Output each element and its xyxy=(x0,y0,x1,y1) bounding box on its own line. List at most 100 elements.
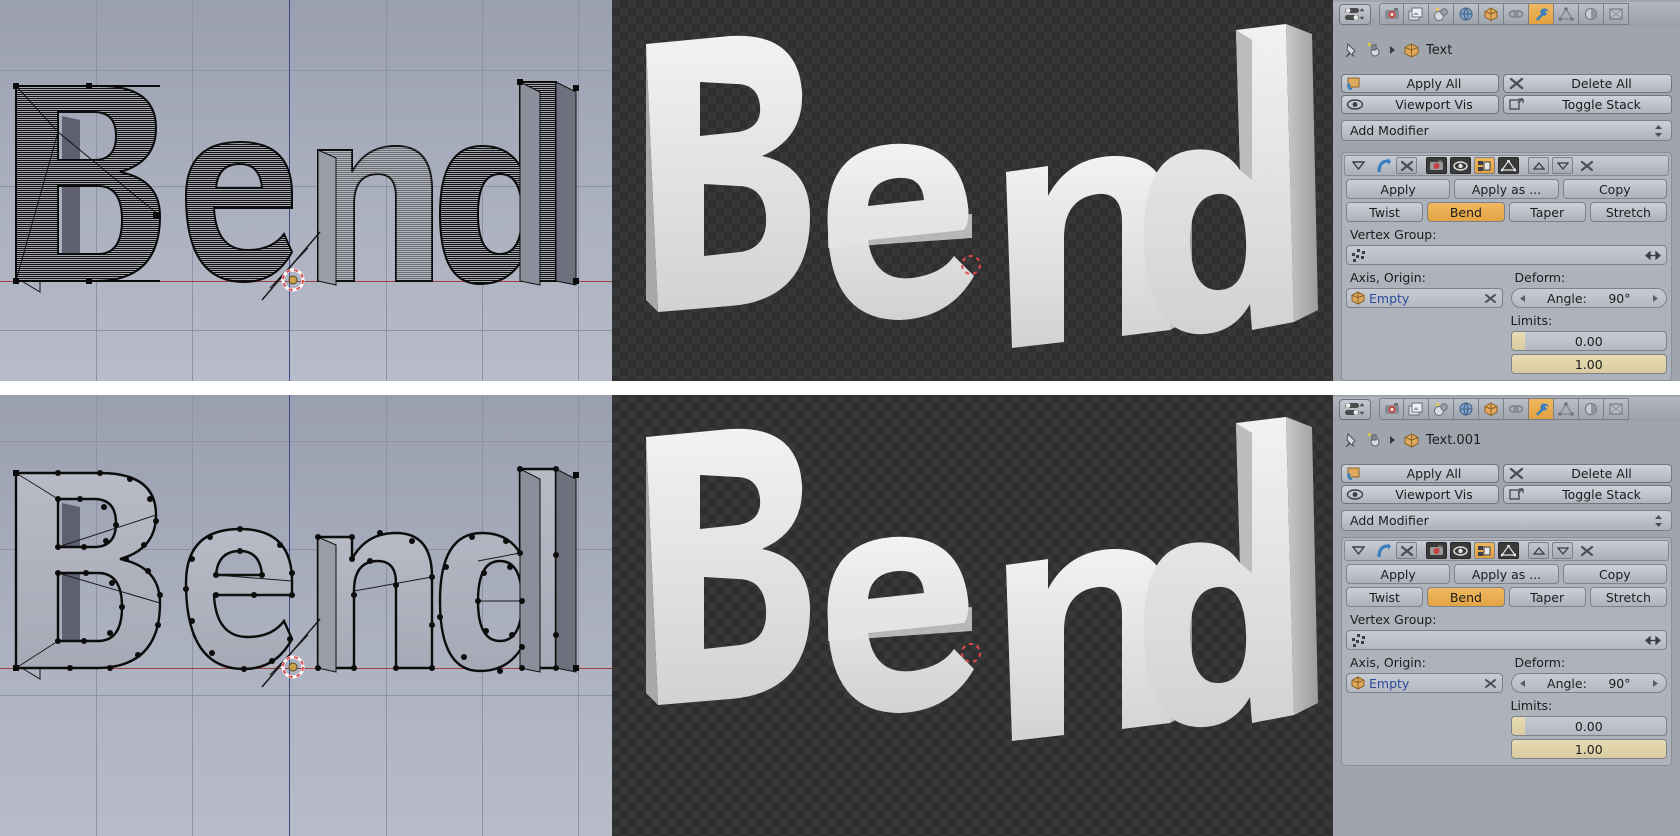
viewport-vis-button-top[interactable]: Viewport Vis xyxy=(1341,95,1499,114)
pin-icon[interactable] xyxy=(1343,42,1359,58)
copy-button-bottom[interactable]: Copy xyxy=(1562,564,1667,584)
bend-tab-bottom[interactable]: Bend xyxy=(1427,587,1505,607)
clear-origin-icon[interactable] xyxy=(1479,293,1502,304)
delete-all-label-bottom: Delete All xyxy=(1571,466,1632,481)
tab-scene-icon[interactable] xyxy=(1404,3,1429,25)
viewport-visibility-icon[interactable] xyxy=(1450,157,1471,174)
tab-object-icon-bottom[interactable] xyxy=(1454,398,1479,420)
object-data-icon-bottom[interactable] xyxy=(1366,432,1382,448)
tab-wrench-icon[interactable] xyxy=(1529,3,1554,25)
collapse-triangle-icon-bottom[interactable] xyxy=(1348,542,1369,559)
angle-dec-arrow-icon-bottom[interactable] xyxy=(1519,679,1526,688)
limit-low-slider-top[interactable]: 0.00 xyxy=(1510,331,1667,351)
angle-field-top[interactable]: Angle: 90° xyxy=(1510,288,1667,308)
properties-tabs-bottom[interactable] xyxy=(1379,398,1629,420)
tab-link-icon-bottom[interactable] xyxy=(1504,398,1529,420)
clear-origin-icon-bottom[interactable] xyxy=(1479,678,1502,689)
angle-inc-arrow-icon-bottom[interactable] xyxy=(1652,679,1659,688)
apply-all-button-top[interactable]: Apply All xyxy=(1341,74,1499,93)
move-down-icon-bottom[interactable] xyxy=(1552,542,1573,559)
apply-as-button-top[interactable]: Apply as ... xyxy=(1454,179,1559,199)
twist-tab-bottom[interactable]: Twist xyxy=(1346,587,1424,607)
modifier-header-top[interactable] xyxy=(1344,155,1669,176)
vertex-group-swap-icon-bottom[interactable] xyxy=(1640,635,1666,646)
pin-icon-bottom[interactable] xyxy=(1343,432,1359,448)
stretch-tab-bottom[interactable]: Stretch xyxy=(1589,587,1667,607)
delete-modifier-icon[interactable] xyxy=(1396,157,1417,174)
angle-field-bottom[interactable]: Angle: 90° xyxy=(1510,673,1667,693)
limit-high-slider-top[interactable]: 1.00 xyxy=(1510,354,1667,374)
tab-world-icon[interactable] xyxy=(1429,3,1454,25)
tab-physics-icon[interactable] xyxy=(1554,3,1579,25)
delete-modifier-icon-bottom[interactable] xyxy=(1396,542,1417,559)
add-modifier-dropdown-top[interactable]: Add Modifier xyxy=(1341,120,1672,141)
delete-all-button-top[interactable]: Delete All xyxy=(1503,74,1672,93)
taper-tab-top[interactable]: Taper xyxy=(1508,202,1586,222)
tab-material-icon-bottom[interactable] xyxy=(1579,398,1604,420)
tab-constraint-icon[interactable] xyxy=(1479,3,1504,25)
taper-tab-bottom[interactable]: Taper xyxy=(1508,587,1586,607)
delete-all-button-bottom[interactable]: Delete All xyxy=(1503,464,1672,483)
vertex-group-field-top[interactable] xyxy=(1346,245,1667,265)
object-type-icon xyxy=(1404,42,1419,58)
close-modifier-icon[interactable] xyxy=(1576,157,1597,174)
object-data-icon[interactable] xyxy=(1366,42,1382,58)
apply-as-button-bottom[interactable]: Apply as ... xyxy=(1454,564,1559,584)
viewport-render-bottom[interactable] xyxy=(612,395,1333,836)
angle-inc-arrow-icon[interactable] xyxy=(1652,294,1659,303)
render-visibility-icon[interactable] xyxy=(1426,157,1447,174)
axis-origin-field-bottom[interactable]: Empty xyxy=(1346,673,1503,693)
tab-material-icon[interactable] xyxy=(1579,3,1604,25)
tab-texture-icon-bottom[interactable] xyxy=(1604,398,1629,420)
tab-constraint-icon-bottom[interactable] xyxy=(1479,398,1504,420)
apply-button-top[interactable]: Apply xyxy=(1346,179,1451,199)
apply-all-button-bottom[interactable]: Apply All xyxy=(1341,464,1499,483)
collapse-triangle-icon[interactable] xyxy=(1348,157,1369,174)
modifier-header-bottom[interactable] xyxy=(1344,540,1669,561)
properties-tabs-top[interactable] xyxy=(1379,3,1629,25)
limit-high-slider-bottom[interactable]: 1.00 xyxy=(1510,739,1667,759)
tab-link-icon[interactable] xyxy=(1504,3,1529,25)
close-modifier-icon-bottom[interactable] xyxy=(1576,542,1597,559)
edit-mode-display-icon-bottom[interactable] xyxy=(1474,542,1495,559)
bend-tab-top[interactable]: Bend xyxy=(1427,202,1505,222)
editor-type-selector[interactable] xyxy=(1339,3,1371,25)
move-down-icon[interactable] xyxy=(1552,157,1573,174)
text-mesh-vertices-bottom[interactable] xyxy=(0,395,612,836)
move-up-icon-bottom[interactable] xyxy=(1528,542,1549,559)
tab-object-icon[interactable] xyxy=(1454,3,1479,25)
limit-low-slider-bottom[interactable]: 0.00 xyxy=(1510,716,1667,736)
object-breadcrumb-bottom[interactable]: Text.001 xyxy=(1333,427,1680,453)
twist-tab-top[interactable]: Twist xyxy=(1346,202,1424,222)
render-visibility-icon-bottom[interactable] xyxy=(1426,542,1447,559)
vertex-group-swap-icon[interactable] xyxy=(1640,250,1666,261)
tab-wrench-icon-bottom[interactable] xyxy=(1529,398,1554,420)
viewport-vis-button-bottom[interactable]: Viewport Vis xyxy=(1341,485,1499,504)
tab-render-icon-bottom[interactable] xyxy=(1379,398,1404,420)
viewport-visibility-icon-bottom[interactable] xyxy=(1450,542,1471,559)
object-breadcrumb-top[interactable]: Text xyxy=(1333,37,1680,63)
cage-display-icon[interactable] xyxy=(1498,157,1519,174)
toggle-stack-button-bottom[interactable]: Toggle Stack xyxy=(1503,485,1672,504)
viewport-render-top[interactable] xyxy=(612,0,1333,381)
toggle-stack-button-top[interactable]: Toggle Stack xyxy=(1503,95,1672,114)
move-up-icon[interactable] xyxy=(1528,157,1549,174)
angle-dec-arrow-icon[interactable] xyxy=(1519,294,1526,303)
editor-type-selector-bottom[interactable] xyxy=(1339,398,1371,420)
edit-mode-display-icon[interactable] xyxy=(1474,157,1495,174)
text-mesh-wireframe-top[interactable] xyxy=(0,0,612,381)
cage-display-icon-bottom[interactable] xyxy=(1498,542,1519,559)
viewport-edit-top[interactable] xyxy=(0,0,612,381)
vertex-group-field-bottom[interactable] xyxy=(1346,630,1667,650)
tab-world-icon-bottom[interactable] xyxy=(1429,398,1454,420)
apply-button-bottom[interactable]: Apply xyxy=(1346,564,1451,584)
axis-origin-field-top[interactable]: Empty xyxy=(1346,288,1503,308)
tab-render-icon[interactable] xyxy=(1379,3,1404,25)
tab-texture-icon[interactable] xyxy=(1604,3,1629,25)
tab-physics-icon-bottom[interactable] xyxy=(1554,398,1579,420)
viewport-edit-bottom[interactable] xyxy=(0,395,612,836)
copy-button-top[interactable]: Copy xyxy=(1562,179,1667,199)
tab-scene-icon-bottom[interactable] xyxy=(1404,398,1429,420)
stretch-tab-top[interactable]: Stretch xyxy=(1589,202,1667,222)
add-modifier-dropdown-bottom[interactable]: Add Modifier xyxy=(1341,510,1672,531)
